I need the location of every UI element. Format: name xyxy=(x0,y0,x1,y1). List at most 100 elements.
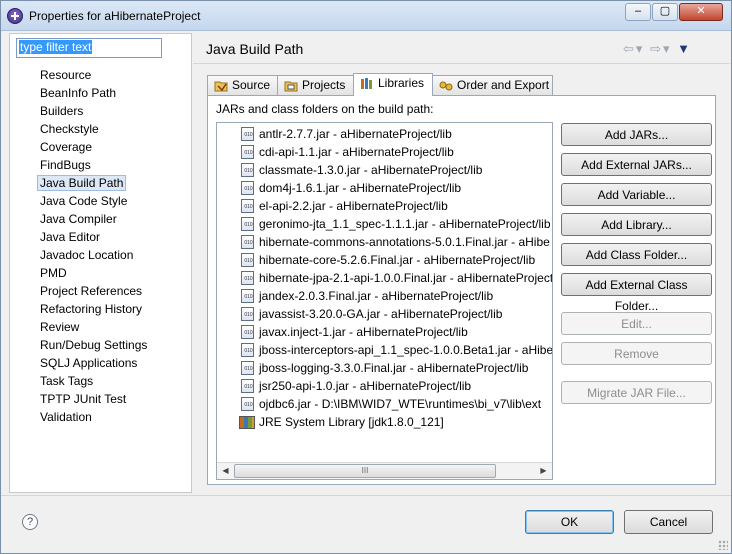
forward-menu-icon[interactable]: ▾ xyxy=(663,41,672,56)
tab-projects[interactable]: Projects xyxy=(277,75,354,95)
add-jars-button[interactable]: Add JARs... xyxy=(561,123,712,146)
list-item-jar[interactable]: cdi-api-1.1.jar - aHibernateProject/lib xyxy=(217,143,552,161)
list-item-jar[interactable]: ojdbc6.jar - D:\IBM\WID7_WTE\runtimes\bi… xyxy=(217,395,552,413)
view-menu-icon[interactable]: ▼ xyxy=(677,41,692,56)
add-external-class-folder-button[interactable]: Add External Class Folder... xyxy=(561,273,712,313)
tab-libraries[interactable]: Libraries xyxy=(353,73,433,96)
nav-item[interactable]: Builders xyxy=(10,102,191,120)
jar-file-icon xyxy=(241,289,255,303)
nav-item[interactable]: SQLJ Applications xyxy=(10,354,191,372)
jar-file-icon xyxy=(241,343,255,357)
nav-item[interactable]: Checkstyle xyxy=(10,120,191,138)
nav-item-label: FindBugs xyxy=(40,158,91,172)
nav-item[interactable]: Javadoc Location xyxy=(10,246,191,264)
nav-item[interactable]: TPTP JUnit Test xyxy=(10,390,191,408)
list-item-jar[interactable]: hibernate-jpa-2.1-api-1.0.0.Final.jar - … xyxy=(217,269,552,287)
add-external-jars-button[interactable]: Add External JARs... xyxy=(561,153,712,176)
resize-grip[interactable] xyxy=(718,540,728,550)
back-menu-icon[interactable]: ▾ xyxy=(636,41,645,56)
close-button[interactable]: ✕ xyxy=(679,3,723,21)
list-item-jar[interactable]: antlr-2.7.7.jar - aHibernateProject/lib xyxy=(217,125,552,143)
list-item-jar[interactable]: hibernate-commons-annotations-5.0.1.Fina… xyxy=(217,233,552,251)
list-item-jar[interactable]: javassist-3.20.0-GA.jar - aHibernateProj… xyxy=(217,305,552,323)
nav-item[interactable]: FindBugs xyxy=(10,156,191,174)
nav-item-label: Java Compiler xyxy=(40,212,117,226)
list-item-label: javax.inject-1.jar - aHibernateProject/l… xyxy=(259,325,468,339)
jar-file-icon xyxy=(241,217,255,231)
page-area: Java Build Path ⇦▾ ⇨▾ ▼ Source Projects … xyxy=(193,33,730,493)
nav-item[interactable]: Project References xyxy=(10,282,191,300)
list-item-jar[interactable]: el-api-2.2.jar - aHibernateProject/lib xyxy=(217,197,552,215)
list-item-jar[interactable]: jboss-interceptors-api_1.1_spec-1.0.0.Be… xyxy=(217,341,552,359)
forward-arrow-icon[interactable]: ⇨ xyxy=(650,41,663,56)
title-bar[interactable]: Properties for aHibernateProject – ▢ ✕ xyxy=(1,1,731,31)
filter-input[interactable]: type filter text xyxy=(16,38,162,58)
build-path-rows: antlr-2.7.7.jar - aHibernateProject/lib c… xyxy=(217,125,552,413)
tab-order-and-export[interactable]: Order and Export xyxy=(432,75,553,95)
list-item-label: dom4j-1.6.1.jar - aHibernateProject/lib xyxy=(259,181,462,195)
library-icon xyxy=(239,416,255,429)
list-item-jar[interactable]: hibernate-core-5.2.6.Final.jar - aHibern… xyxy=(217,251,552,269)
add-variable-button[interactable]: Add Variable... xyxy=(561,183,712,206)
list-item-jar[interactable]: jsr250-api-1.0.jar - aHibernateProject/l… xyxy=(217,377,552,395)
nav-item[interactable]: Task Tags xyxy=(10,372,191,390)
minimize-button[interactable]: – xyxy=(625,3,651,21)
maximize-button[interactable]: ▢ xyxy=(652,3,678,21)
scroll-thumb[interactable]: III xyxy=(234,464,496,478)
horizontal-scrollbar[interactable]: ◀ III ▶ xyxy=(217,462,552,479)
nav-item-label: SQLJ Applications xyxy=(40,356,138,370)
build-path-list[interactable]: antlr-2.7.7.jar - aHibernateProject/lib c… xyxy=(216,122,553,480)
jar-file-icon xyxy=(241,127,255,141)
list-item-label: javassist-3.20.0-GA.jar - aHibernateProj… xyxy=(259,307,503,321)
tab-source[interactable]: Source xyxy=(207,75,278,95)
help-icon[interactable]: ? xyxy=(22,514,38,530)
edit-button[interactable]: Edit... xyxy=(561,312,712,335)
nav-item[interactable]: Validation xyxy=(10,408,191,426)
jar-file-icon xyxy=(241,397,255,411)
libraries-icon xyxy=(361,78,372,89)
add-library-button[interactable]: Add Library... xyxy=(561,213,712,236)
nav-item[interactable]: Java Code Style xyxy=(10,192,191,210)
jar-file-icon xyxy=(241,307,255,321)
nav-item-label: Task Tags xyxy=(40,374,94,388)
migrate-jar-button[interactable]: Migrate JAR File... xyxy=(561,381,712,404)
nav-item-label: PMD xyxy=(40,266,67,280)
list-item-jar[interactable]: javax.inject-1.jar - aHibernateProject/l… xyxy=(217,323,552,341)
nav-item[interactable]: PMD xyxy=(10,264,191,282)
scroll-right-icon[interactable]: ▶ xyxy=(535,463,552,479)
nav-item[interactable]: Run/Debug Settings xyxy=(10,336,191,354)
nav-item-label: Review xyxy=(40,320,80,334)
ok-button[interactable]: OK xyxy=(525,510,614,534)
cancel-button[interactable]: Cancel xyxy=(624,510,713,534)
nav-item-label: Project References xyxy=(40,284,143,298)
list-item-jar[interactable]: classmate-1.3.0.jar - aHibernateProject/… xyxy=(217,161,552,179)
nav-item[interactable]: Coverage xyxy=(10,138,191,156)
nav-item[interactable]: Java Build Path xyxy=(10,174,191,192)
nav-item[interactable]: Java Editor xyxy=(10,228,191,246)
nav-item[interactable]: Java Compiler xyxy=(10,210,191,228)
tab-projects-label: Projects xyxy=(302,78,346,92)
tab-source-label: Source xyxy=(232,78,271,92)
jar-file-icon xyxy=(241,271,255,285)
list-item-jar[interactable]: geronimo-jta_1.1_spec-1.1.1.jar - aHiber… xyxy=(217,215,552,233)
list-item-jar[interactable]: jandex-2.0.3.Final.jar - aHibernateProje… xyxy=(217,287,552,305)
list-item-jar[interactable]: jboss-logging-3.3.0.Final.jar - aHiberna… xyxy=(217,359,552,377)
nav-item[interactable]: Review xyxy=(10,318,191,336)
jar-file-icon xyxy=(241,361,255,375)
add-class-folder-button[interactable]: Add Class Folder... xyxy=(561,243,712,266)
nav-item-label: TPTP JUnit Test xyxy=(40,392,127,406)
nav-item-label: Checkstyle xyxy=(40,122,99,136)
jar-file-icon xyxy=(241,163,255,177)
remove-button[interactable]: Remove xyxy=(561,342,712,365)
preference-tree: type filter text Resource BeanInfo Path Bu… xyxy=(9,33,192,493)
nav-item[interactable]: BeanInfo Path xyxy=(10,84,191,102)
list-item-jre-system-library[interactable]: JRE System Library [jdk1.8.0_121] xyxy=(217,413,444,431)
back-arrow-icon[interactable]: ⇦ xyxy=(623,41,636,56)
jar-file-icon xyxy=(241,181,255,195)
page-history: ⇦▾ ⇨▾ ▼ xyxy=(623,41,692,57)
list-item-jar[interactable]: dom4j-1.6.1.jar - aHibernateProject/lib xyxy=(217,179,552,197)
list-item-label: cdi-api-1.1.jar - aHibernateProject/lib xyxy=(259,145,454,159)
nav-item[interactable]: Resource xyxy=(10,66,191,84)
scroll-left-icon[interactable]: ◀ xyxy=(217,463,234,479)
nav-item[interactable]: Refactoring History xyxy=(10,300,191,318)
